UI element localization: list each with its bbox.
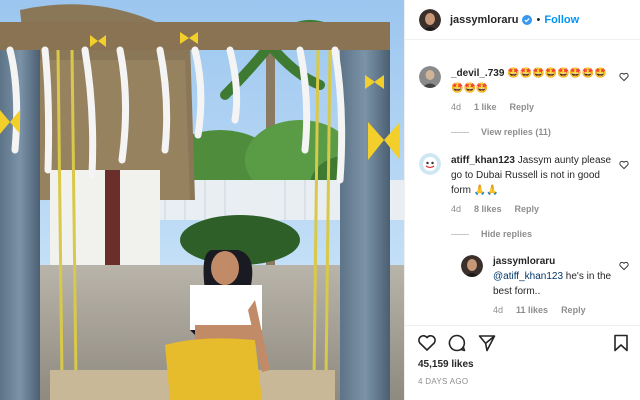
replies-divider: [451, 131, 469, 133]
view-replies-label: View replies (11): [481, 127, 551, 137]
reply-button[interactable]: Reply: [515, 204, 540, 214]
comment-text: _devil_.739 🤩🤩🤩🤩🤩🤩🤩🤩🤩🤩🤩: [451, 66, 616, 96]
post-actions: 45,159 likes 4 DAYS AGO: [405, 325, 640, 400]
comment-username[interactable]: atiff_khan123: [451, 155, 515, 166]
post-header: jassymloraru • Follow: [405, 0, 640, 40]
verified-badge-icon: [522, 14, 533, 25]
reply-button[interactable]: Reply: [561, 305, 586, 315]
likes-count[interactable]: 45,159 likes: [418, 359, 474, 370]
follow-button[interactable]: Follow: [544, 14, 579, 26]
heart-icon[interactable]: [417, 333, 437, 353]
heart-outline-icon[interactable]: [619, 160, 629, 170]
author-username[interactable]: jassymloraru: [450, 14, 518, 26]
comment-username[interactable]: _devil_.739: [451, 68, 504, 79]
replier-avatar[interactable]: [461, 255, 483, 277]
post-photo[interactable]: [0, 0, 404, 400]
reply-likes[interactable]: 11 likes: [516, 305, 548, 315]
heart-outline-icon[interactable]: [619, 72, 629, 82]
reply-meta: 4d 11 likes Reply: [493, 305, 586, 315]
comment-likes[interactable]: 8 likes: [474, 204, 502, 214]
comment-likes[interactable]: 1 like: [474, 102, 497, 112]
comment-time: 4d: [451, 204, 462, 214]
reply-username[interactable]: jassymloraru: [493, 256, 555, 267]
instagram-post-window: jassymloraru • Follow _devil_.739 🤩🤩🤩🤩🤩🤩…: [0, 0, 640, 400]
share-icon[interactable]: [477, 333, 497, 353]
reply-button[interactable]: Reply: [510, 102, 535, 112]
comment-icon[interactable]: [447, 333, 467, 353]
reply-time: 4d: [493, 305, 504, 315]
reply-text: jassymloraru @atiff_khan123 he's in the …: [493, 254, 618, 299]
reply-mention[interactable]: @atiff_khan123: [493, 271, 563, 282]
commenter-avatar[interactable]: [419, 66, 441, 88]
comment-time: 4d: [451, 102, 462, 112]
view-replies-button[interactable]: View replies (11): [451, 127, 551, 137]
hide-replies-button[interactable]: Hide replies: [451, 229, 532, 239]
replies-divider: [451, 233, 469, 235]
post-side-panel: jassymloraru • Follow _devil_.739 🤩🤩🤩🤩🤩🤩…: [404, 0, 640, 400]
bookmark-icon[interactable]: [611, 333, 631, 353]
comment-meta: 4d 8 likes Reply: [451, 204, 539, 214]
heart-outline-icon[interactable]: [619, 261, 629, 271]
comment-text: atiff_khan123 Jassym aunty please go to …: [451, 153, 616, 198]
commenter-avatar[interactable]: [419, 153, 441, 175]
hide-replies-label: Hide replies: [481, 229, 533, 239]
author-avatar[interactable]: [419, 8, 441, 31]
separator-dot: •: [536, 13, 541, 26]
post-timestamp: 4 DAYS AGO: [418, 377, 469, 386]
comment-meta: 4d 1 like Reply: [451, 102, 534, 112]
comments-list[interactable]: _devil_.739 🤩🤩🤩🤩🤩🤩🤩🤩🤩🤩🤩 4d 1 like Reply …: [405, 41, 640, 324]
post-photo-illustration: [0, 0, 404, 400]
